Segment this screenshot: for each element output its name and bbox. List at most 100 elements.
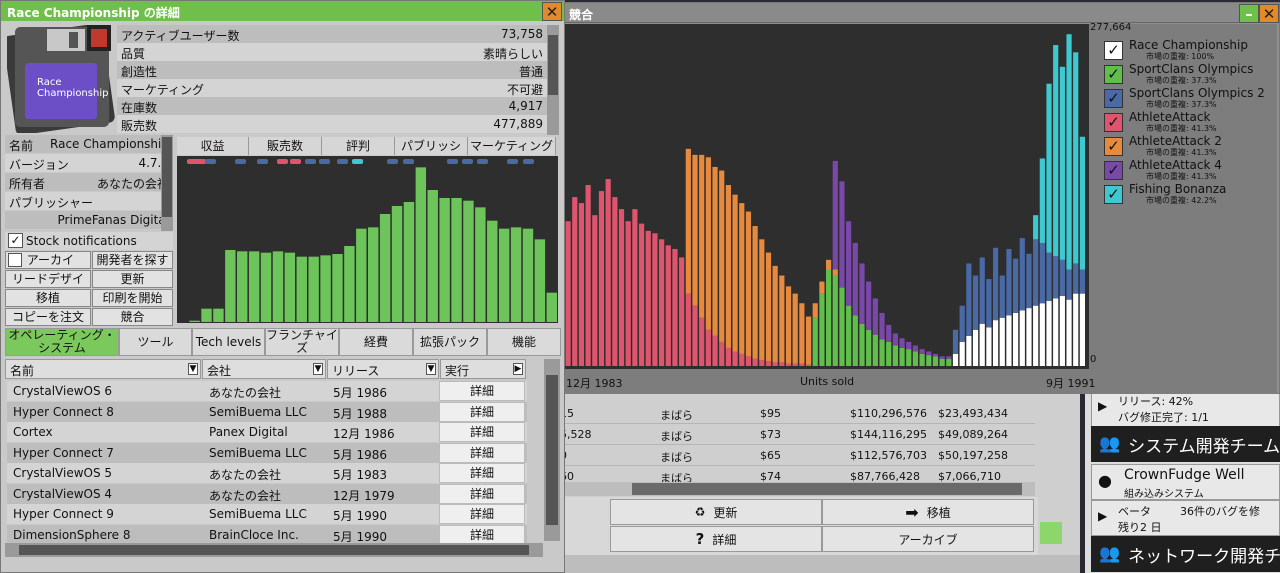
compete-label: 競合 [120, 310, 145, 324]
units-bar [879, 339, 885, 366]
row-detail-button[interactable]: 詳細 [439, 442, 525, 463]
project-card[interactable]: ● CrownFudge Well 組み込みシステム [1091, 464, 1280, 500]
chart-tab[interactable]: 収益 [177, 137, 249, 155]
bugs-label: 36件のバグを修 [1180, 505, 1260, 518]
table-hscrollbar[interactable] [5, 543, 543, 557]
panel-tab[interactable]: オペレーティング・システム [5, 328, 119, 356]
legend-checkbox[interactable]: ✓ [1104, 41, 1123, 60]
close-button[interactable]: ✕ [1259, 4, 1279, 23]
table-vscrollbar[interactable] [544, 359, 560, 541]
archive-button[interactable]: アーカイブ [822, 526, 1034, 552]
team-network-header[interactable]: 👥 ネットワーク開発チー [1091, 536, 1280, 572]
find-developer-button[interactable]: 開発者を探す [92, 251, 173, 269]
background-hscrollbar[interactable] [560, 482, 1035, 496]
team-system-header[interactable]: 👥 システム開発チーム [1091, 426, 1280, 462]
background-row: 0まばら$65$112,576,703$50,197,258 [560, 445, 1035, 466]
revenue-bar [522, 228, 534, 322]
row-detail-button[interactable]: 詳細 [439, 422, 525, 442]
table-row[interactable]: CrystalViewOS 4 あなたの会社 12月 1979 詳細 [7, 483, 527, 504]
update-button[interactable]: ♻ 更新 [610, 499, 822, 525]
legend-checkbox[interactable]: ✓ [1104, 185, 1123, 204]
units-bar [712, 335, 718, 366]
panel-tab[interactable]: Tech levels [192, 328, 265, 356]
legend-checkbox[interactable]: ✓ [1104, 89, 1123, 108]
info-value: あなたの会社 [96, 177, 169, 191]
beta-card[interactable]: ▶ ベータ 残り2 日 36件のバグを修 [1091, 500, 1280, 536]
release-marker [195, 159, 206, 164]
x-start-label: 12月 1983 [566, 377, 623, 390]
release-marker [447, 159, 458, 164]
units-bar [759, 239, 765, 360]
table-row[interactable]: Hyper Connect 9 SemiBuema LLC 5月 1990 詳細 [7, 504, 527, 524]
units-bar [966, 263, 972, 336]
checkbox[interactable]: ✓ [8, 233, 23, 248]
table-row[interactable]: Hyper Connect 8 SemiBuema LLC 5月 1988 詳細 [7, 401, 527, 422]
row-detail-button[interactable]: 詳細 [439, 483, 525, 504]
chart-tab[interactable]: 販売数 [249, 137, 322, 155]
row-detail-button[interactable]: 詳細 [439, 504, 525, 524]
detail-titlebar[interactable]: Race Championship の詳細 [1, 1, 564, 21]
close-button[interactable]: ✕ [542, 2, 562, 21]
table-row[interactable]: DimensionSphere 8 BrainCloce Inc. 5月 1990 詳… [7, 524, 527, 545]
column-header[interactable]: 会社 ▼ [202, 359, 326, 379]
revenue-bar [320, 255, 331, 322]
legend-checkbox[interactable]: ✓ [1104, 137, 1123, 156]
stat-value: 477,889 [493, 117, 543, 131]
detail-window[interactable]: Race Championship の詳細 ✕ Race Championshi… [0, 0, 565, 573]
filter-icon[interactable]: ▼ [313, 363, 323, 375]
row-detail-button[interactable]: 詳細 [439, 463, 525, 483]
units-bar [992, 247, 999, 321]
order-copies-button[interactable]: コピーを注文 [5, 308, 91, 326]
row-detail-button[interactable]: 詳細 [439, 524, 525, 545]
units-bar [1066, 299, 1072, 366]
background-cell: まばら [660, 430, 693, 443]
legend-checkbox[interactable]: ✓ [1104, 113, 1123, 132]
filter-icon[interactable]: ▼ [188, 363, 198, 375]
port-button[interactable]: 移植 [5, 289, 91, 307]
release-marker [257, 159, 268, 164]
table-row[interactable]: Cortex Panex Digital 12月 1986 詳細 [7, 422, 527, 442]
chart-tab[interactable]: 評判 [322, 137, 395, 155]
stock-notifications-toggle[interactable]: ✓ Stock notifications [5, 232, 173, 250]
update-button[interactable]: 更新 [92, 270, 173, 288]
units-bar [979, 257, 985, 324]
start-print-button[interactable]: 印刷を開始 [92, 289, 173, 307]
competition-title: 競合 [569, 8, 594, 22]
chart-tab[interactable]: マーケティング [468, 137, 556, 155]
start-print-label: 印刷を開始 [102, 291, 163, 305]
units-bar [792, 363, 798, 366]
chart-tab[interactable]: パブリッシ [395, 137, 468, 155]
compete-button[interactable]: 競合 [92, 308, 173, 326]
table-row[interactable]: CrystalViewOS 5 あなたの会社 5月 1983 詳細 [7, 463, 527, 483]
units-bar [1013, 258, 1019, 313]
status-strip [1040, 522, 1062, 544]
panel-tab[interactable]: フランチャイズ [265, 328, 339, 356]
filter-icon[interactable]: ▼ [426, 363, 436, 375]
units-bar [986, 327, 992, 366]
panel-tab[interactable]: ツール [119, 328, 192, 356]
revenue-bar [534, 239, 546, 322]
column-header[interactable]: 名前 ▼ [5, 359, 201, 379]
column-header[interactable]: リリース ▼ [327, 359, 439, 379]
port-button[interactable]: ➡ 移植 [822, 499, 1034, 525]
legend-checkbox[interactable]: ✓ [1104, 65, 1123, 84]
competition-titlebar[interactable]: 競合 [563, 3, 1279, 23]
panel-tab[interactable]: 経費 [339, 328, 413, 356]
info-scrollbar[interactable] [161, 135, 173, 231]
detail-button[interactable]: ? 詳細 [610, 526, 822, 552]
row-detail-button[interactable]: 詳細 [439, 381, 525, 401]
legend-overlap: 市場の重複: 42.2% [1146, 196, 1217, 205]
table-row[interactable]: CrystalViewOS 6 あなたの会社 5月 1986 詳細 [7, 381, 527, 401]
lead-design-button[interactable]: リードデザイ [5, 270, 91, 288]
column-header[interactable]: 実行 ▶ [440, 359, 526, 379]
panel-tab[interactable]: 拡張パック [413, 328, 487, 356]
minimize-button[interactable]: – [1239, 4, 1259, 23]
filter-icon[interactable]: ▶ [513, 363, 523, 375]
table-row[interactable]: Hyper Connect 7 SemiBuema LLC 5月 1986 詳細 [7, 442, 527, 463]
row-detail-button[interactable]: 詳細 [439, 401, 525, 422]
archive-button[interactable]: アーカイ [5, 251, 91, 269]
panel-tab[interactable]: 機能 [487, 328, 561, 356]
stats-scrollbar[interactable] [547, 25, 559, 135]
legend-checkbox[interactable]: ✓ [1104, 161, 1123, 180]
scroll-thumb[interactable] [632, 483, 1022, 495]
